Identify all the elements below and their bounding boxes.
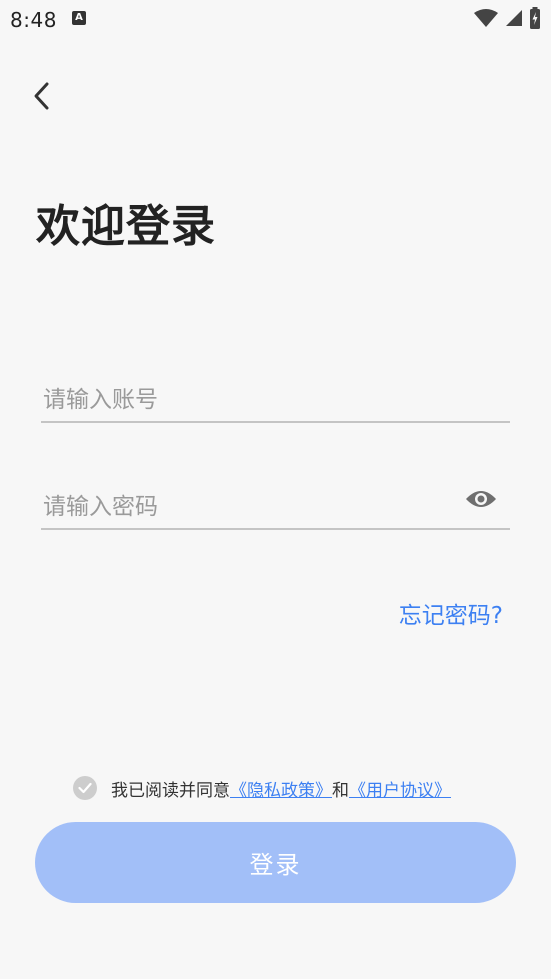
notification-a-icon: A [72,11,86,25]
status-icons [473,7,541,29]
forgot-password-link[interactable]: 忘记密码? [399,596,503,630]
wifi-icon [474,9,498,27]
status-time: 8:48 [10,8,57,32]
agreement-and-text: 和 [332,780,349,801]
password-visibility-toggle[interactable] [464,484,498,514]
battery-icon [530,7,540,29]
password-field-wrapper [41,478,510,530]
account-field-wrapper [41,371,510,423]
account-input[interactable] [41,371,510,421]
check-icon [78,782,92,794]
eye-icon [466,491,496,507]
agreement-prefix-text: 我已阅读并同意 [111,780,230,801]
chevron-left-icon [34,82,49,110]
page-title: 欢迎登录 [36,201,216,252]
login-button[interactable]: 登录 [35,822,516,903]
signal-icon [506,10,522,26]
privacy-policy-link[interactable]: 《隐私政策》 [230,776,332,801]
agreement-checkbox[interactable] [73,776,97,800]
login-screen: 8:48 A 欢迎登录 请输入账号 忘记密码? 我已阅读并同意 《隐私政策》 和… [0,0,551,979]
user-agreement-link[interactable]: 《用户协议》 [349,776,451,801]
back-button[interactable] [22,76,62,116]
password-input[interactable] [41,478,510,528]
status-bar: 8:48 A [0,0,551,38]
agreement-row: 我已阅读并同意 《隐私政策》 和 《用户协议》 [73,774,451,802]
